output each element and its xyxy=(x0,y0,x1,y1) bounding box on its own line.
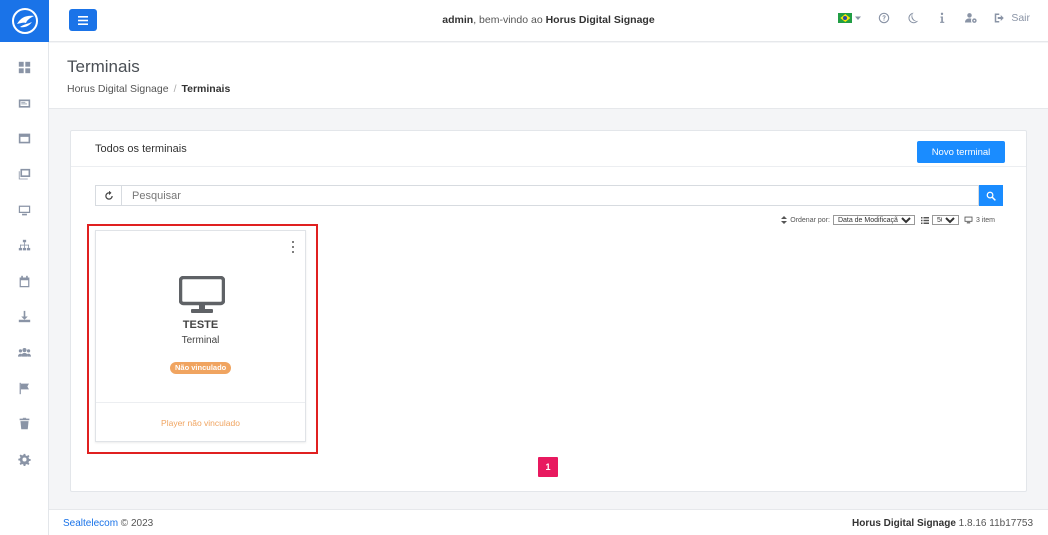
status-badge: Não vinculado xyxy=(170,362,232,374)
search-button[interactable] xyxy=(979,185,1003,206)
search-input[interactable] xyxy=(121,185,979,206)
moon-icon xyxy=(908,12,919,24)
reload-button[interactable] xyxy=(95,185,121,206)
sort-label: Ordenar por: xyxy=(790,216,830,224)
sidebar-item-flags[interactable] xyxy=(0,370,49,406)
terminal-name: TESTE xyxy=(182,319,219,331)
terminals-panel: Todos os terminais Novo terminal Ordenar… xyxy=(70,130,1027,492)
users-icon xyxy=(18,348,31,357)
sidebar-item-layout[interactable] xyxy=(0,121,49,157)
question-circle-icon xyxy=(879,12,890,24)
item-count: 3 item xyxy=(975,216,995,224)
sidebar-item-groups[interactable] xyxy=(0,228,49,264)
sidebar-item-trash[interactable] xyxy=(0,406,49,442)
footer-version: Horus Digital Signage 1.8.16 11b17753 xyxy=(852,518,1033,529)
flag-icon xyxy=(19,382,29,394)
welcome-text: , bem-vindo ao xyxy=(473,14,546,26)
sidebar-item-dashboard[interactable] xyxy=(0,50,49,86)
user-settings-button[interactable] xyxy=(965,12,977,24)
sidebar-item-downloads[interactable] xyxy=(0,299,49,335)
terminal-type: Terminal xyxy=(181,335,220,346)
media-icon xyxy=(18,99,31,108)
breadcrumb-separator: / xyxy=(173,83,177,95)
page-header: Terminais Horus Digital Signage / Terminai… xyxy=(49,43,1048,109)
terminal-card-footer: Player não vinculado xyxy=(161,418,240,428)
dashboard-icon xyxy=(18,62,31,74)
trash-icon xyxy=(19,418,30,430)
calendar-icon xyxy=(19,275,30,288)
product-name: Horus Digital Signage xyxy=(851,518,956,529)
company-link[interactable]: Sealtelecom xyxy=(63,518,118,529)
logout-label: Sair xyxy=(1011,12,1030,24)
search-bar xyxy=(95,185,1003,206)
terminal-card[interactable]: TESTE Terminal Não vinculado Player não … xyxy=(95,230,306,442)
username: admin xyxy=(442,14,474,26)
refresh-icon xyxy=(104,190,113,200)
download-icon xyxy=(18,311,31,323)
per-page-select[interactable]: 50 xyxy=(931,215,959,225)
copyright-text: © 2023 xyxy=(118,518,154,529)
eagle-logo-icon xyxy=(11,8,38,34)
new-terminal-button[interactable]: Novo terminal xyxy=(917,141,1005,163)
monitor-icon xyxy=(18,205,31,216)
monitor-small-icon xyxy=(964,216,973,224)
gear-icon xyxy=(18,453,31,466)
logout-button[interactable]: Sair xyxy=(994,12,1030,24)
layout-icon xyxy=(18,134,31,144)
page-title: Terminais xyxy=(67,57,140,76)
language-selector[interactable] xyxy=(838,13,862,23)
top-bar: admin, bem-vindo ao Horus Digital Signag… xyxy=(49,0,1048,42)
pagination-page-1[interactable]: 1 xyxy=(538,457,558,477)
sidebar-item-settings[interactable] xyxy=(0,442,49,478)
breadcrumb: Horus Digital Signage / Terminais xyxy=(67,83,230,95)
breadcrumb-current: Terminais xyxy=(181,83,231,95)
info-button[interactable] xyxy=(936,12,948,24)
search-icon xyxy=(986,191,996,201)
sidebar-item-gallery[interactable] xyxy=(0,157,49,193)
top-icons: Sair xyxy=(821,12,1030,24)
help-button[interactable] xyxy=(878,12,890,24)
logo[interactable] xyxy=(0,0,49,42)
dark-mode-toggle[interactable] xyxy=(907,12,919,24)
breadcrumb-home[interactable]: Horus Digital Signage xyxy=(67,83,169,95)
footer: Sealtelecom © 2023 Horus Digital Signage… xyxy=(49,509,1048,535)
sort-select[interactable]: Data de Modificação ( xyxy=(832,215,915,225)
kebab-menu-icon[interactable] xyxy=(290,241,296,253)
user-cog-icon xyxy=(965,13,977,23)
sign-out-icon xyxy=(995,13,1005,23)
footer-copyright: Sealtelecom © 2023 xyxy=(63,518,153,529)
list-controls: Ordenar por: Data de Modificação ( 50 3 … xyxy=(781,215,995,225)
sort-icon xyxy=(781,216,788,224)
app-name: Horus Digital Signage xyxy=(545,14,655,26)
list-icon xyxy=(920,216,929,224)
brazil-flag-icon xyxy=(838,13,853,23)
sidebar-item-users[interactable] xyxy=(0,335,49,371)
terminal-monitor-icon xyxy=(179,276,225,313)
sidebar-item-terminals[interactable] xyxy=(0,192,49,228)
version-text: 1.8.16 11b17753 xyxy=(955,518,1033,529)
sidebar-item-media[interactable] xyxy=(0,86,49,122)
terminal-card-body: TESTE Terminal Não vinculado xyxy=(96,231,305,403)
sidebar-item-schedule[interactable] xyxy=(0,264,49,300)
sitemap-icon xyxy=(18,240,31,251)
gallery-icon xyxy=(18,168,31,180)
chevron-down-icon xyxy=(855,16,862,20)
panel-title: Todos os terminais xyxy=(95,143,187,155)
info-icon xyxy=(940,12,945,23)
panel-header: Todos os terminais Novo terminal xyxy=(71,131,1026,167)
sidebar xyxy=(0,0,49,535)
